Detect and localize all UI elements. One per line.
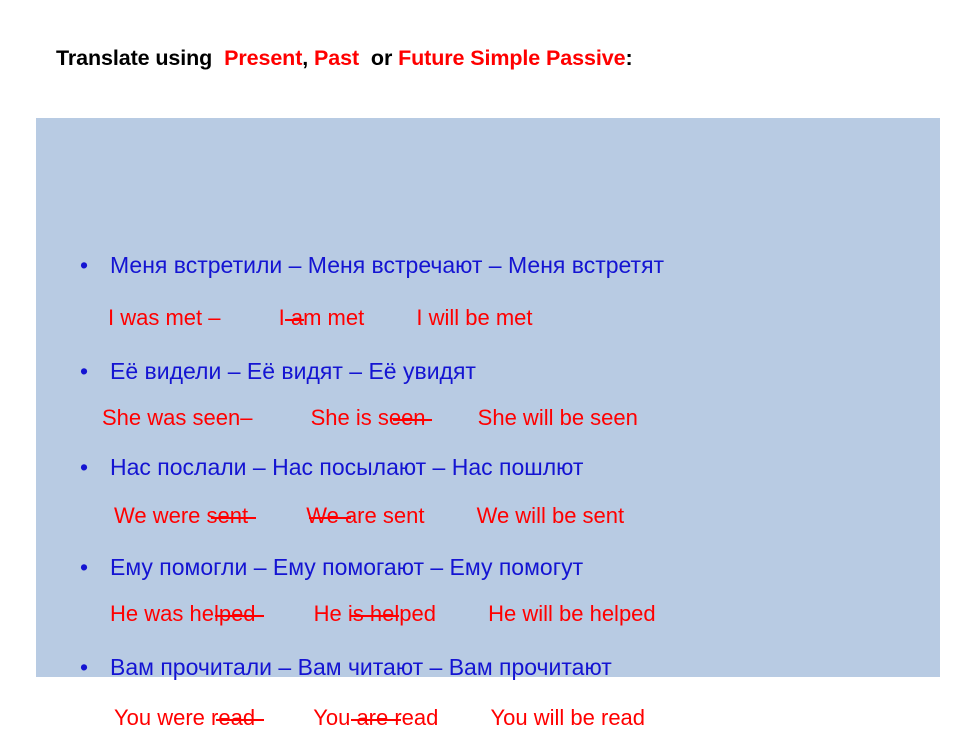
russian-prompt-row: • Вам прочитали – Вам читают – Вам прочит… bbox=[80, 652, 612, 682]
bullet-icon: • bbox=[80, 654, 89, 680]
title-part-past: Past bbox=[314, 46, 360, 70]
russian-prompt-row: • Меня встретили – Меня встречают – Меня … bbox=[80, 250, 664, 280]
title-comma: , bbox=[302, 46, 309, 70]
english-answer-row: I was met – I am met I will be met bbox=[108, 304, 533, 332]
answer-future-simple-passive: You will be read bbox=[490, 705, 646, 730]
russian-prompt-row: • Ему помогли – Ему помогают – Ему помогу… bbox=[80, 552, 583, 582]
slide-canvas: Translate using Present, Past or Future … bbox=[0, 0, 960, 730]
answer-present-simple-passive: We are sent bbox=[306, 503, 425, 528]
answer-future-simple-passive: I will be met bbox=[416, 305, 533, 330]
russian-prompt-row: • Нас послали – Нас посылают – Нас пошлют bbox=[80, 452, 583, 482]
bullet-icon: • bbox=[80, 454, 89, 480]
russian-sentence: Её видели – Её видят – Её увидят bbox=[110, 358, 476, 384]
answer-dash: – bbox=[240, 405, 253, 430]
content-panel: • Меня встретили – Меня встречают – Меня … bbox=[36, 118, 940, 730]
answer-future-simple-passive: We will be sent bbox=[476, 503, 625, 528]
russian-sentence: Нас послали – Нас посылают – Нас пошлют bbox=[110, 454, 584, 480]
russian-sentence: Меня встретили – Меня встречают – Меня в… bbox=[110, 252, 665, 278]
russian-prompt-row: • Её видели – Её видят – Её увидят bbox=[80, 356, 476, 386]
title-part-future-simple-passive: Future Simple Passive bbox=[398, 46, 626, 70]
answer-past-simple-passive: We were sent bbox=[114, 503, 257, 528]
bullet-icon: • bbox=[80, 554, 89, 580]
title-colon: : bbox=[625, 46, 633, 70]
russian-sentence: Вам прочитали – Вам читают – Вам прочита… bbox=[110, 654, 612, 680]
title-part-or: or bbox=[370, 46, 393, 70]
answer-past-simple-passive: She was seen bbox=[102, 405, 241, 430]
title-part-translate-using: Translate using bbox=[56, 46, 213, 70]
answer-future-simple-passive: He will be helped bbox=[488, 601, 656, 626]
bullet-icon: • bbox=[80, 358, 89, 384]
answer-present-simple-passive: He is helped bbox=[313, 601, 436, 626]
answer-present-simple-passive: I am met bbox=[278, 305, 365, 330]
answer-future-simple-passive: She will be seen bbox=[477, 405, 638, 430]
answer-past-simple-passive: He was helped bbox=[110, 601, 264, 626]
english-answer-row: You were read You are read You will be r… bbox=[114, 704, 645, 732]
bullet-icon: • bbox=[80, 252, 89, 278]
answer-dash: – bbox=[208, 305, 221, 330]
english-answer-row: He was helped He is helped He will be he… bbox=[110, 600, 656, 628]
english-answer-row: We were sent We are sent We will be sent bbox=[114, 502, 624, 530]
answer-past-simple-passive: You were read bbox=[114, 705, 264, 730]
english-answer-row: She was seen– She is seen She will be se… bbox=[102, 404, 638, 432]
answer-present-simple-passive: She is seen bbox=[310, 405, 433, 430]
answer-present-simple-passive: You are read bbox=[313, 705, 439, 730]
answer-past-simple-passive: I was met bbox=[108, 305, 203, 330]
page-title: Translate using Present, Past or Future … bbox=[56, 44, 926, 72]
title-part-present: Present bbox=[224, 46, 303, 70]
russian-sentence: Ему помогли – Ему помогают – Ему помогут bbox=[110, 554, 584, 580]
